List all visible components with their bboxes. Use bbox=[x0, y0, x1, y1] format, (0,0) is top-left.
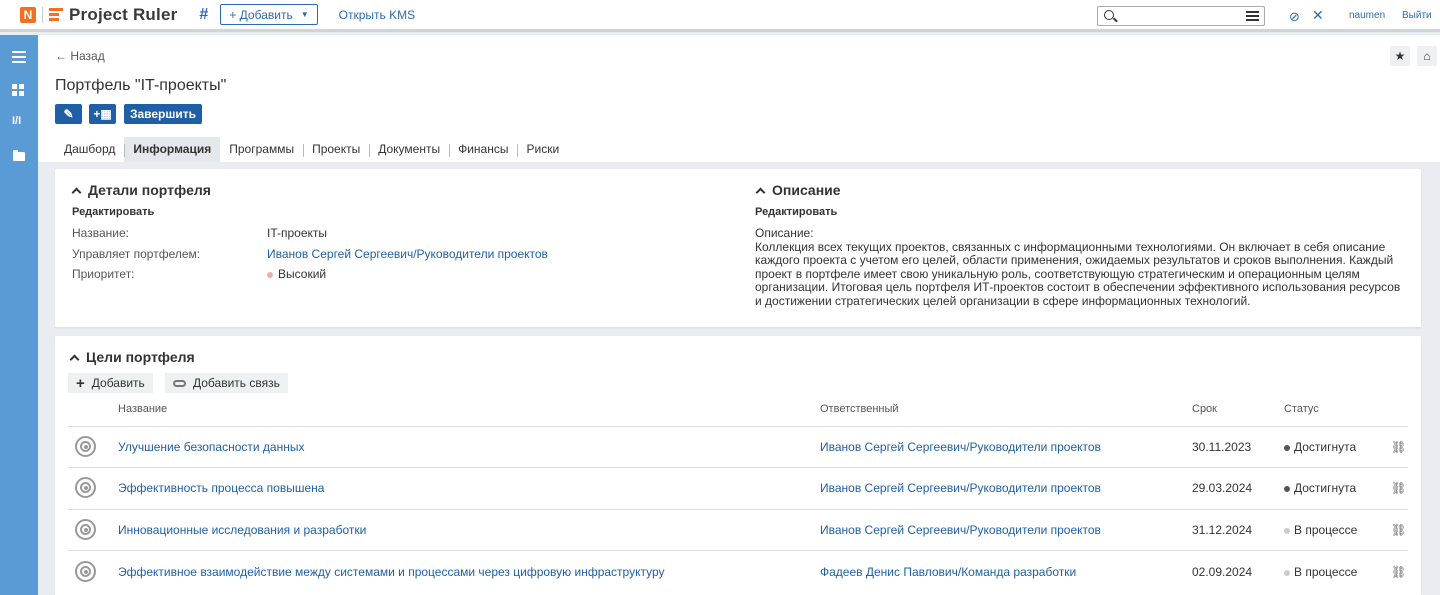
add-structure-icon: +▦ bbox=[93, 107, 112, 121]
goal-target-icon bbox=[75, 436, 96, 457]
unlink-icon[interactable]: ⛓ bbox=[1391, 481, 1406, 495]
goal-owner-link[interactable]: Иванов Сергей Сергеевич/Руководители про… bbox=[820, 523, 1101, 537]
page-title: Портфель "IT-проекты" bbox=[55, 77, 227, 94]
details-edit-link[interactable]: Редактировать bbox=[72, 206, 154, 218]
column-header-name[interactable]: Название bbox=[118, 403, 167, 415]
unlink-icon[interactable]: ⛓ bbox=[1391, 565, 1406, 579]
dashboard-grid-icon[interactable] bbox=[12, 84, 26, 96]
add-dropdown-button[interactable]: + Добавить ▼ bbox=[220, 4, 318, 25]
pencil-icon: ✎ bbox=[63, 107, 74, 121]
tab-finance[interactable]: Финансы bbox=[449, 137, 517, 162]
manager-link[interactable]: Иванов Сергей Сергеевич/Руководители про… bbox=[267, 247, 548, 261]
details-section-header[interactable]: Детали портфеля bbox=[71, 182, 211, 198]
add-goal-button[interactable]: + Добавить bbox=[68, 373, 153, 393]
tab-information[interactable]: Информация bbox=[124, 137, 221, 162]
goal-status: В процессе bbox=[1284, 523, 1357, 537]
description-section-header[interactable]: Описание bbox=[755, 182, 841, 198]
home-icon[interactable]: ⌂ bbox=[1417, 46, 1437, 66]
goal-owner-link[interactable]: Фадеев Денис Павлович/Команда разработки bbox=[820, 565, 1076, 579]
library-icon[interactable]: I/I bbox=[12, 115, 26, 127]
add-link-button[interactable]: Добавить связь bbox=[165, 373, 288, 393]
tab-programs[interactable]: Программы bbox=[220, 137, 303, 162]
naumen-logo-icon: N bbox=[20, 6, 36, 23]
status-dot-icon bbox=[1284, 527, 1290, 534]
unlink-icon[interactable]: ⛓ bbox=[1391, 523, 1406, 537]
tab-dashboard[interactable]: Дашборд bbox=[55, 137, 124, 162]
search-icon bbox=[1104, 10, 1114, 20]
collapse-chevron-icon bbox=[71, 187, 82, 197]
goal-name-link[interactable]: Улучшение безопасности данных bbox=[118, 440, 304, 454]
name-label: Название: bbox=[72, 226, 129, 240]
column-header-deadline[interactable]: Срок bbox=[1192, 403, 1217, 415]
manager-label: Управляет портфелем: bbox=[72, 247, 201, 261]
goal-target-icon bbox=[75, 561, 96, 582]
column-header-status[interactable]: Статус bbox=[1284, 403, 1319, 415]
goal-owner-link[interactable]: Иванов Сергей Сергеевич/Руководители про… bbox=[820, 440, 1101, 454]
tab-documents[interactable]: Документы bbox=[369, 137, 449, 162]
goal-deadline: 02.09.2024 bbox=[1192, 565, 1253, 579]
status-dot-icon bbox=[1284, 485, 1290, 492]
brand-name: Project Ruler bbox=[69, 4, 178, 24]
unlink-icon[interactable]: ⛓ bbox=[1391, 440, 1406, 454]
goals-section-header[interactable]: Цели портфеля bbox=[69, 349, 195, 365]
goal-status: Достигнута bbox=[1284, 440, 1356, 454]
finish-button[interactable]: Завершить bbox=[124, 104, 202, 124]
name-value: IT-проекты bbox=[267, 226, 328, 240]
tabs: Дашборд Информация Программы Проекты Док… bbox=[55, 137, 568, 162]
goal-deadline: 29.03.2024 bbox=[1192, 481, 1253, 495]
hidden-eye-icon[interactable]: ⊘ bbox=[1289, 9, 1300, 25]
left-sidebar: I/I bbox=[0, 35, 38, 595]
goal-status: В процессе bbox=[1284, 565, 1357, 579]
main-header: ← Назад Портфель "IT-проекты" ✎ +▦ Завер… bbox=[38, 35, 1440, 162]
goal-target-icon bbox=[75, 477, 96, 498]
menu-icon[interactable] bbox=[12, 51, 26, 63]
goal-owner-link[interactable]: Иванов Сергей Сергеевич/Руководители про… bbox=[820, 481, 1101, 495]
goal-status: Достигнута bbox=[1284, 481, 1356, 495]
priority-dot-icon bbox=[267, 271, 273, 278]
goal-name-link[interactable]: Эффективность процесса повышена bbox=[118, 481, 324, 495]
description-text: Описание: Коллекция всех текущих проекто… bbox=[755, 226, 1401, 308]
status-dot-icon bbox=[1284, 569, 1290, 576]
link-icon bbox=[173, 379, 186, 387]
goal-deadline: 30.11.2023 bbox=[1192, 440, 1252, 454]
collapse-chevron-icon bbox=[69, 354, 80, 364]
tab-risks[interactable]: Риски bbox=[517, 137, 568, 162]
tools-icon[interactable]: ✕ bbox=[1312, 7, 1324, 24]
add-child-button[interactable]: +▦ bbox=[89, 104, 116, 124]
search-input[interactable] bbox=[1097, 6, 1265, 26]
goal-target-icon bbox=[75, 519, 96, 540]
caret-down-icon: ▼ bbox=[300, 10, 309, 19]
favorite-star-icon[interactable]: ★ bbox=[1390, 46, 1410, 66]
collapse-chevron-icon bbox=[755, 187, 766, 197]
goal-name-link[interactable]: Инновационные исследования и разработки bbox=[118, 523, 366, 537]
logo[interactable]: N Project Ruler bbox=[20, 5, 177, 25]
status-dot-icon bbox=[1284, 444, 1290, 451]
plus-icon: + bbox=[76, 374, 85, 392]
filter-sliders-icon[interactable] bbox=[1246, 11, 1259, 21]
description-edit-link[interactable]: Редактировать bbox=[755, 206, 837, 218]
tab-projects[interactable]: Проекты bbox=[303, 137, 369, 162]
hashtag-icon[interactable]: # bbox=[199, 6, 208, 24]
priority-value: Высокий bbox=[267, 267, 326, 281]
user-name[interactable]: naumen bbox=[1349, 10, 1385, 21]
priority-label: Приоритет: bbox=[72, 267, 135, 281]
folder-icon[interactable] bbox=[13, 150, 25, 161]
back-link[interactable]: ← Назад bbox=[55, 49, 105, 63]
edit-button[interactable]: ✎ bbox=[55, 104, 82, 124]
column-header-owner[interactable]: Ответственный bbox=[820, 403, 899, 415]
project-ruler-logo-icon bbox=[49, 7, 63, 23]
goal-name-link[interactable]: Эффективное взаимодействие между система… bbox=[118, 565, 665, 579]
goal-deadline: 31.12.2024 bbox=[1192, 523, 1253, 537]
logout-link[interactable]: Выйти bbox=[1402, 10, 1432, 21]
open-kms-link[interactable]: Открыть KMS bbox=[339, 8, 415, 22]
